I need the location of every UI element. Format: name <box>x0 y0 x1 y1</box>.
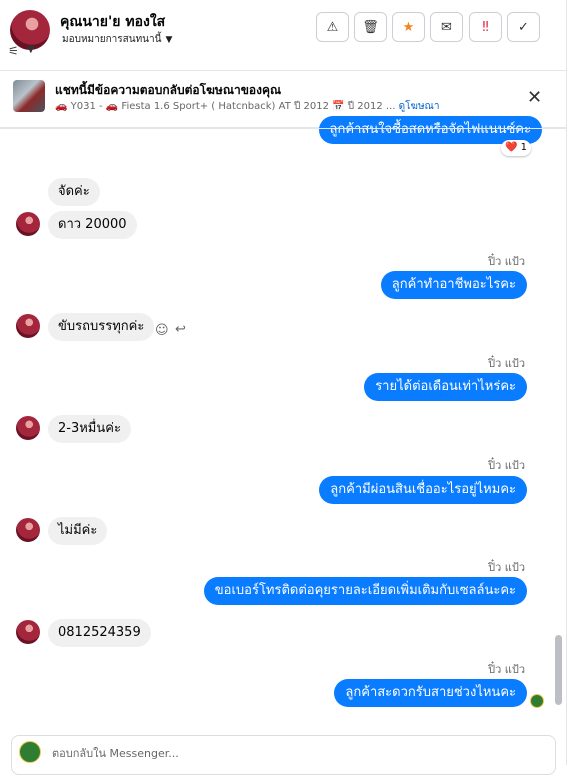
incoming-message[interactable]: 0812524359 <box>48 619 151 647</box>
ad-banner-title: แชทนี้มีข้อความตอบกลับต่อโฆษณาของคุณ <box>55 83 282 97</box>
envelope-icon: ✉ <box>441 19 452 35</box>
outgoing-message[interactable]: ขอเบอร์โทรติดต่อคุยรายละเอียดเพิ่มเติมกั… <box>203 577 527 605</box>
reply-icon[interactable]: ↩ <box>175 322 186 337</box>
sender-name: ปิ๋ว แป้ว <box>488 561 525 574</box>
divider <box>0 128 566 129</box>
assign-conversation-dropdown[interactable]: มอบหมายการสนทนานี้ ▼ <box>62 32 172 47</box>
report-button[interactable]: ⚠ <box>316 12 349 42</box>
outgoing-message[interactable]: รายได้ต่อเดือนเท่าไหร่คะ <box>364 373 527 401</box>
contact-avatar-small <box>16 314 40 338</box>
chevron-down-icon[interactable]: ▼ <box>27 44 35 55</box>
react-icon[interactable]: ☺ <box>155 323 169 338</box>
sender-name: ปิ๋ว แป้ว <box>488 663 525 676</box>
incoming-message[interactable]: จัดค่ะ <box>48 178 100 206</box>
filter-icon[interactable]: ⚟ <box>8 44 19 58</box>
contact-avatar-small <box>16 212 40 236</box>
star-button[interactable]: ★ <box>392 12 425 42</box>
incoming-message[interactable]: ขับรถบรรทุกค่ะ <box>48 313 155 341</box>
seen-indicator <box>530 694 544 708</box>
sender-name: ปิ๋ว แป้ว <box>488 255 525 268</box>
delete-button[interactable]: 🗑 <box>354 12 387 42</box>
checkmark-icon: ✓ <box>518 19 529 35</box>
outgoing-message[interactable]: ลูกค้ามีผ่อนสินเชื่ออะไรอยู่ไหมคะ <box>319 476 527 504</box>
chevron-down-icon: ▼ <box>165 35 173 45</box>
ad-thumbnail[interactable] <box>13 80 45 112</box>
mark-unread-button[interactable]: ✉ <box>430 12 463 42</box>
outgoing-message[interactable]: ลูกค้าสะดวกรับสายช่วงไหนคะ <box>334 679 527 707</box>
close-icon[interactable]: ✕ <box>527 87 542 108</box>
heart-reaction[interactable]: ❤️ 1 <box>501 140 531 156</box>
trash-icon: 🗑 <box>362 19 379 35</box>
sender-name: ปิ๋ว แป้ว <box>488 459 525 472</box>
ad-description: 🚗 Y031 - 🚗 Fiesta 1.6 Sport+ ( Hatcnback… <box>55 101 396 112</box>
side-rail <box>566 0 582 765</box>
contact-name[interactable]: คุณนาย'ย ทองใส <box>60 11 165 33</box>
scrollbar-thumb[interactable] <box>555 635 562 705</box>
contact-avatar-small <box>16 518 40 542</box>
star-icon: ★ <box>402 19 415 35</box>
ad-banner-subtitle: 🚗 Y031 - 🚗 Fiesta 1.6 Sport+ ( Hatcnback… <box>55 99 439 114</box>
sender-name: ปิ๋ว แป้ว <box>488 357 525 370</box>
spam-icon: ‼ <box>482 19 489 35</box>
outgoing-message[interactable]: ลูกค้าทำอาชีพอะไรคะ <box>380 271 527 299</box>
contact-avatar-small <box>16 416 40 440</box>
contact-avatar-small <box>16 620 40 644</box>
page-avatar <box>19 741 41 763</box>
warning-icon: ⚠ <box>326 19 339 35</box>
view-ad-link[interactable]: ดูโฆษณา <box>399 101 440 112</box>
incoming-message[interactable]: ดาว 20000 <box>48 211 137 239</box>
incoming-message[interactable]: ไม่มีค่ะ <box>48 517 108 545</box>
assign-label: มอบหมายการสนทนานี้ <box>62 34 162 45</box>
reply-input[interactable] <box>50 741 534 765</box>
mark-done-button[interactable]: ✓ <box>507 12 540 42</box>
spam-button[interactable]: ‼ <box>469 12 502 42</box>
incoming-message[interactable]: 2-3หมื่นค่ะ <box>48 415 131 443</box>
